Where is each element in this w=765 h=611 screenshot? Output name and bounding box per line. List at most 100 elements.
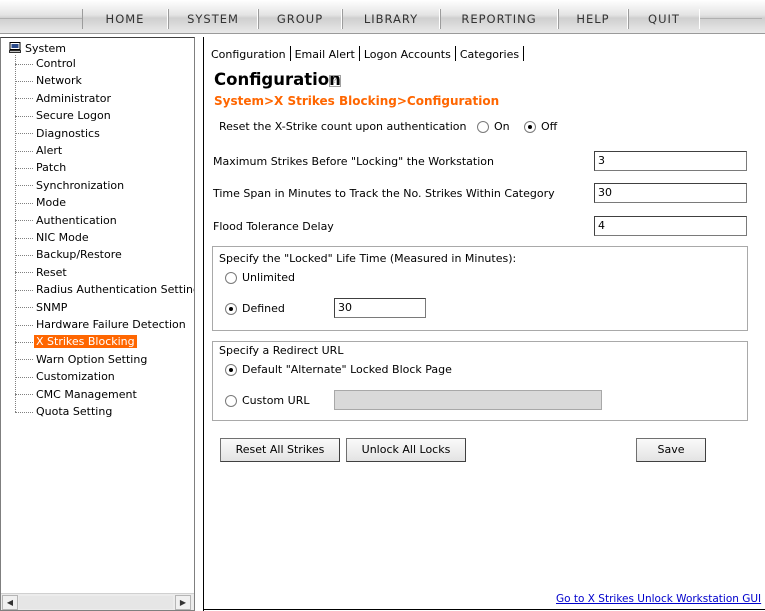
tree-item-patch[interactable]: Patch xyxy=(15,159,68,176)
tree-branch-line xyxy=(15,63,33,65)
unlimited-radio[interactable] xyxy=(225,272,237,284)
unlock-all-locks-button[interactable]: Unlock All Locks xyxy=(346,438,466,462)
tree-branch-line xyxy=(15,185,33,187)
tree-item-label: SNMP xyxy=(36,300,68,314)
tree-item-label: Backup/Restore xyxy=(36,248,122,262)
reset-on-label: On xyxy=(494,120,510,133)
tree-branch-line xyxy=(15,237,33,239)
tree-item-label: Network xyxy=(36,74,82,88)
defined-radio[interactable] xyxy=(225,303,237,315)
bottom-border xyxy=(203,609,765,610)
redirect-legend: Specify a Redirect URL xyxy=(219,344,344,357)
tab-logon-accounts[interactable]: Logon Accounts xyxy=(364,48,451,61)
defined-label: Defined xyxy=(242,302,285,315)
locked-lifetime-legend: Specify the "Locked" Life Time (Measured… xyxy=(219,252,517,265)
tab-configuration[interactable]: Configuration xyxy=(211,48,286,61)
default-page-radio[interactable] xyxy=(225,364,237,376)
max-strikes-input[interactable]: 3 xyxy=(594,151,747,171)
tree-item-label: Radius Authentication Setting xyxy=(36,283,195,297)
tree-branch-line xyxy=(15,289,33,291)
scroll-right-button[interactable]: ▶ xyxy=(175,595,191,610)
tree-item-label: Hardware Failure Detection xyxy=(36,318,186,331)
tree-item-label: Synchronization xyxy=(36,178,125,192)
tree-item-quota-setting[interactable]: Quota Setting xyxy=(15,403,114,420)
scroll-thumb[interactable] xyxy=(19,596,173,609)
tree-item-radius-authentication-setting[interactable]: Radius Authentication Setting xyxy=(15,281,195,298)
horizontal-scrollbar[interactable]: ◀ ▶ xyxy=(1,593,194,610)
nav-trail-line xyxy=(700,18,762,19)
nav-help[interactable]: HELP xyxy=(558,9,628,29)
flood-tolerance-input[interactable]: 4 xyxy=(594,216,747,236)
tree-root-label: System xyxy=(25,42,67,55)
tree-item-snmp[interactable]: SNMP xyxy=(15,299,69,316)
nav-quit[interactable]: QUIT xyxy=(628,9,700,29)
reset-off-radio[interactable] xyxy=(524,121,536,133)
tree-branch-line xyxy=(15,80,33,82)
nav-system[interactable]: SYSTEM xyxy=(168,9,258,29)
tree-branch-line xyxy=(15,411,33,413)
reset-off-label: Off xyxy=(541,120,558,133)
save-button[interactable]: Save xyxy=(636,438,706,462)
default-page-label: Default "Alternate" Locked Block Page xyxy=(242,363,452,376)
tree-item-warn-option-setting[interactable]: Warn Option Setting xyxy=(15,351,149,368)
page-title: Configuration xyxy=(214,70,341,89)
tree-item-synchronization[interactable]: Synchronization xyxy=(15,177,126,194)
tree-item-administrator[interactable]: Administrator xyxy=(15,90,113,107)
tree-branch-line xyxy=(15,272,33,274)
tree-item-label: Authentication xyxy=(36,213,117,227)
tree-item-customization[interactable]: Customization xyxy=(15,368,117,385)
unlock-workstation-gui-link[interactable]: Go to X Strikes Unlock Workstation GUI xyxy=(556,593,761,605)
tree-item-control[interactable]: Control xyxy=(15,55,78,72)
tab-email-alert[interactable]: Email Alert xyxy=(295,48,355,61)
unlimited-label: Unlimited xyxy=(242,271,295,284)
tree-item-nic-mode[interactable]: NIC Mode xyxy=(15,229,91,246)
custom-url-radio[interactable] xyxy=(225,395,237,407)
tree-item-label: Quota Setting xyxy=(36,405,113,418)
custom-url-input[interactable] xyxy=(334,390,602,410)
tree-item-label: Patch xyxy=(36,161,67,175)
tree-item-backup-restore[interactable]: Backup/Restore xyxy=(15,246,124,263)
nav-group[interactable]: GROUP xyxy=(258,9,342,29)
reset-on-radio[interactable] xyxy=(477,121,489,133)
help-icon[interactable]: ? xyxy=(329,75,341,87)
tree-branch-line xyxy=(15,359,33,361)
reset-all-strikes-button[interactable]: Reset All Strikes xyxy=(220,438,340,462)
tree-item-cmc-management[interactable]: CMC Management xyxy=(15,386,139,403)
custom-url-label: Custom URL xyxy=(242,394,310,407)
tree-root-system[interactable]: System xyxy=(9,41,66,56)
tree-item-x-strikes-blocking[interactable]: X Strikes Blocking xyxy=(15,333,137,350)
navigation-tree: System Control Network Administrator Secure… xyxy=(1,38,194,593)
tree-item-label: Administrator xyxy=(36,91,111,105)
computer-icon xyxy=(9,42,21,53)
tree-item-reset[interactable]: Reset xyxy=(15,264,69,281)
breadcrumb: System>X Strikes Blocking>Configuration xyxy=(214,94,500,108)
content-divider xyxy=(203,37,204,611)
time-span-label: Time Span in Minutes to Track the No. St… xyxy=(213,187,555,200)
tree-item-authentication[interactable]: Authentication xyxy=(15,212,119,229)
navigation-tree-panel: System Control Network Administrator Secure… xyxy=(0,37,195,611)
tree-branch-line xyxy=(15,341,33,343)
tree-item-mode[interactable]: Mode xyxy=(15,194,68,211)
nav-library[interactable]: LIBRARY xyxy=(342,9,440,29)
tab-separator xyxy=(358,46,360,61)
tree-item-label: Alert xyxy=(36,144,63,157)
time-span-input[interactable]: 30 xyxy=(594,183,747,203)
tree-branch-line xyxy=(15,115,33,117)
tab-categories[interactable]: Categories xyxy=(460,48,519,61)
nav-reporting[interactable]: REPORTING xyxy=(440,9,558,29)
tree-item-secure-logon[interactable]: Secure Logon xyxy=(15,107,113,124)
tree-item-label: Diagnostics xyxy=(36,126,100,140)
tree-item-label: Secure Logon xyxy=(36,109,111,123)
tree-item-alert[interactable]: Alert xyxy=(15,142,64,159)
tree-item-label: CMC Management xyxy=(36,387,137,401)
scroll-left-button[interactable]: ◀ xyxy=(2,595,18,610)
tree-branch-line xyxy=(15,394,33,396)
tree-item-diagnostics[interactable]: Diagnostics xyxy=(15,125,102,142)
reset-on-auth-label: Reset the X-Strike count upon authentica… xyxy=(219,120,467,133)
defined-minutes-input[interactable]: 30 xyxy=(334,298,426,318)
tab-separator xyxy=(523,46,525,61)
tree-item-network[interactable]: Network xyxy=(15,72,84,89)
tree-item-hardware-failure-detection[interactable]: Hardware Failure Detection xyxy=(15,316,188,333)
nav-home[interactable]: HOME xyxy=(82,9,168,29)
tree-branch-line xyxy=(15,202,33,204)
